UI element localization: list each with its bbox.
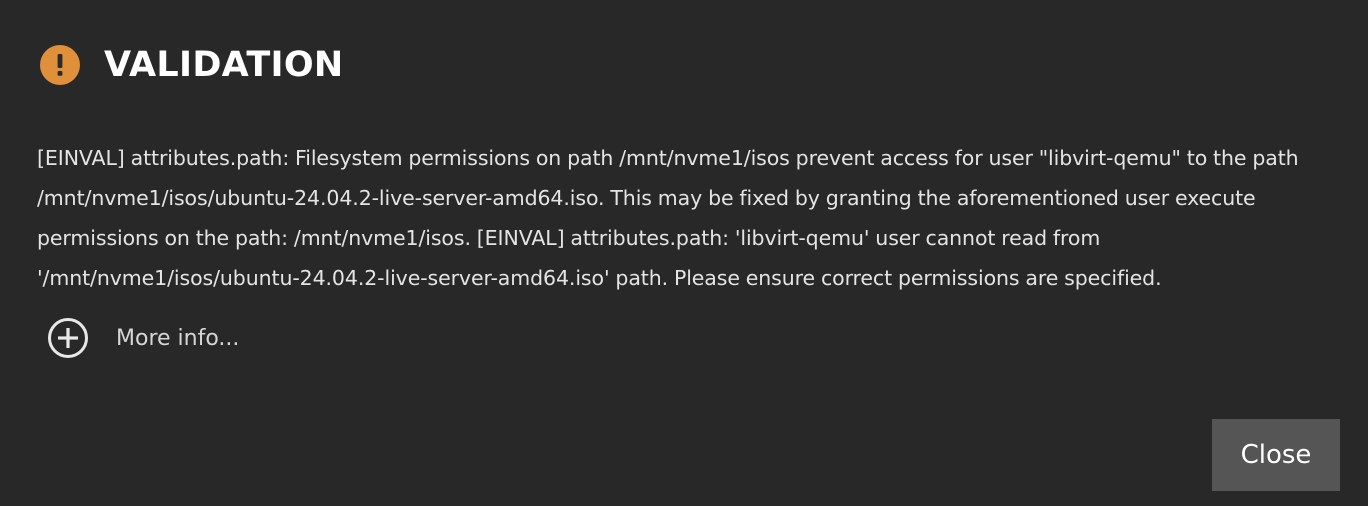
more-info-toggle[interactable]: More info... [47, 317, 239, 359]
close-button[interactable]: Close [1212, 419, 1340, 491]
more-info-label: More info... [116, 325, 240, 351]
dialog-header: VALIDATION [40, 44, 344, 86]
plus-circle-icon [48, 318, 88, 358]
validation-dialog: VALIDATION [EINVAL] attributes.path: Fil… [0, 0, 1368, 506]
dialog-title: VALIDATION [104, 45, 344, 85]
exclamation-circle-icon [40, 45, 80, 85]
error-message: [EINVAL] attributes.path: Filesystem per… [37, 146, 1299, 290]
